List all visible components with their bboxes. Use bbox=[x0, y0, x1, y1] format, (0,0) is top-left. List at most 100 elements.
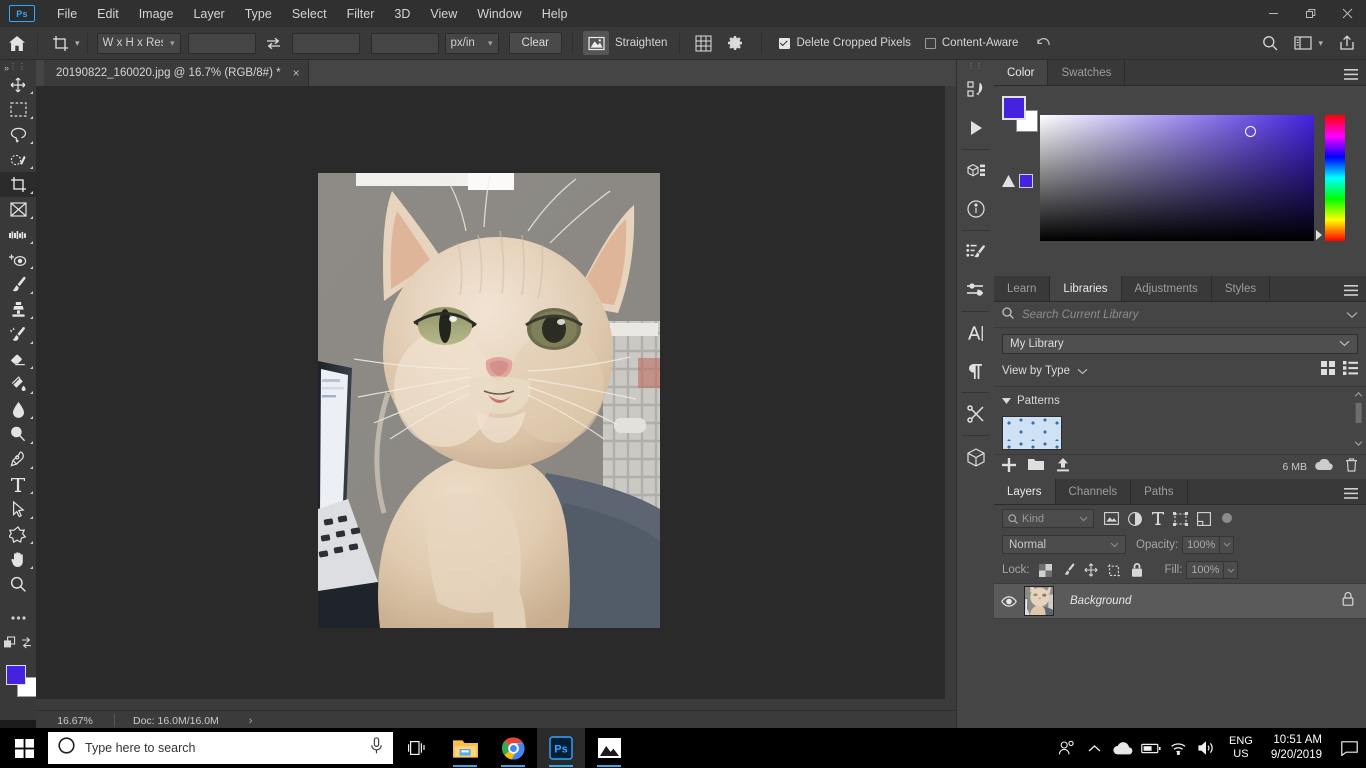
object-selection-tool[interactable] bbox=[0, 147, 36, 172]
language-indicator[interactable]: ENG US bbox=[1221, 735, 1261, 761]
zoom-level[interactable]: 16.67% bbox=[36, 715, 114, 727]
library-scrollbar[interactable] bbox=[1354, 391, 1363, 449]
layer-thumbnail[interactable] bbox=[1024, 586, 1054, 616]
panel-menu-icon[interactable] bbox=[1344, 67, 1358, 85]
library-group-patterns[interactable]: Patterns bbox=[994, 387, 1366, 410]
lasso-tool[interactable] bbox=[0, 122, 36, 147]
frame-tool[interactable] bbox=[0, 197, 36, 222]
upload-icon[interactable] bbox=[1056, 457, 1070, 477]
crop-width-input[interactable] bbox=[187, 32, 256, 54]
workspace-icon[interactable] bbox=[1290, 31, 1316, 55]
taskbar-search-box[interactable]: Type here to search bbox=[48, 732, 393, 764]
lock-position-icon[interactable] bbox=[1080, 559, 1103, 581]
path-selection-tool[interactable] bbox=[0, 497, 36, 522]
grid-view-icon[interactable] bbox=[1321, 361, 1335, 380]
fill-stepper[interactable] bbox=[1224, 561, 1239, 579]
folder-icon[interactable] bbox=[1028, 458, 1044, 476]
brush-tool[interactable] bbox=[0, 272, 36, 297]
history-icon[interactable] bbox=[957, 71, 995, 109]
clock[interactable]: 10:51 AM 9/20/2019 bbox=[1261, 733, 1332, 763]
library-search-row[interactable]: Search Current Library bbox=[994, 302, 1366, 328]
reset-icon[interactable] bbox=[1030, 31, 1056, 55]
menu-edit[interactable]: Edit bbox=[87, 0, 129, 27]
3d-icon[interactable] bbox=[957, 152, 995, 190]
library-search-input[interactable]: Search Current Library bbox=[1022, 309, 1346, 321]
tab-styles[interactable]: Styles bbox=[1211, 276, 1271, 301]
rail-grip[interactable]: ⋮⋮ bbox=[957, 60, 994, 71]
history-brush-tool[interactable] bbox=[0, 322, 36, 347]
type-filter-icon[interactable] bbox=[1146, 508, 1169, 529]
document-tab[interactable]: 20190822_160020.jpg @ 16.7% (RGB/8#) * × bbox=[44, 60, 309, 86]
hue-slider[interactable] bbox=[1325, 115, 1345, 241]
menu-view[interactable]: View bbox=[420, 0, 467, 27]
battery-icon[interactable] bbox=[1137, 728, 1165, 768]
resolution-units-select[interactable]: px/in ▾ bbox=[444, 32, 499, 54]
gear-icon[interactable] bbox=[723, 31, 749, 55]
canvas-horizontal-scrollbar[interactable] bbox=[36, 699, 945, 710]
eyedropper-tool[interactable] bbox=[0, 222, 36, 247]
canvas-vertical-scrollbar[interactable] bbox=[945, 86, 956, 710]
crop-tool[interactable] bbox=[0, 172, 36, 197]
lock-all-icon[interactable] bbox=[1126, 559, 1149, 581]
crop-height-input[interactable] bbox=[291, 32, 360, 54]
menu-file[interactable]: File bbox=[47, 0, 87, 27]
search-icon[interactable] bbox=[1257, 31, 1283, 55]
swap-dimensions-icon[interactable] bbox=[263, 37, 285, 50]
tab-channels[interactable]: Channels bbox=[1055, 479, 1132, 504]
grid-overlay-icon[interactable] bbox=[690, 31, 716, 55]
adjustment-filter-icon[interactable] bbox=[1123, 508, 1146, 529]
photos-icon[interactable] bbox=[585, 728, 633, 768]
tool-presets-icon[interactable] bbox=[957, 395, 995, 433]
info-icon[interactable] bbox=[957, 190, 995, 228]
menu-type[interactable]: Type bbox=[235, 0, 282, 27]
close-icon[interactable] bbox=[1329, 0, 1366, 27]
blend-mode-select[interactable]: Normal bbox=[1002, 535, 1126, 554]
pen-tool[interactable] bbox=[0, 447, 36, 472]
lock-icon[interactable] bbox=[1342, 591, 1354, 611]
file-explorer-icon[interactable] bbox=[441, 728, 489, 768]
google-chrome-icon[interactable] bbox=[489, 728, 537, 768]
smart-object-filter-icon[interactable] bbox=[1192, 508, 1215, 529]
menu-filter[interactable]: Filter bbox=[337, 0, 385, 27]
windows-start-icon[interactable] bbox=[0, 728, 48, 768]
tab-paths[interactable]: Paths bbox=[1131, 479, 1188, 504]
rectangular-marquee-tool[interactable] bbox=[0, 97, 36, 122]
chevron-down-icon[interactable]: ▾ bbox=[75, 38, 80, 49]
shape-filter-icon[interactable] bbox=[1169, 508, 1192, 529]
delete-cropped-pixels-checkbox[interactable]: Delete Cropped Pixels bbox=[779, 37, 911, 49]
3d-materials-icon[interactable] bbox=[957, 438, 995, 476]
disclosure-triangle-icon[interactable] bbox=[1002, 392, 1011, 410]
menu-window[interactable]: Window bbox=[467, 0, 531, 27]
microphone-icon[interactable] bbox=[370, 737, 383, 759]
lock-transparency-icon[interactable] bbox=[1034, 559, 1057, 581]
pattern-thumbnail[interactable] bbox=[1002, 416, 1062, 450]
gamut-warning-icon[interactable] bbox=[1002, 174, 1033, 188]
view-by-type-label[interactable]: View by Type bbox=[1002, 365, 1070, 377]
straighten-label[interactable]: Straighten bbox=[615, 37, 667, 49]
collapse-tools-icon[interactable]: » bbox=[4, 63, 9, 73]
eye-icon[interactable] bbox=[994, 595, 1024, 607]
menu-image[interactable]: Image bbox=[129, 0, 184, 27]
canvas-area[interactable] bbox=[36, 86, 956, 710]
panel-menu-icon[interactable] bbox=[1344, 283, 1358, 301]
wifi-icon[interactable] bbox=[1165, 728, 1193, 768]
minimize-icon[interactable] bbox=[1255, 0, 1292, 27]
foreground-color-swatch[interactable] bbox=[1002, 96, 1026, 120]
chevron-down-icon[interactable] bbox=[1346, 306, 1358, 324]
brush-settings-icon[interactable] bbox=[957, 233, 995, 271]
action-center-icon[interactable] bbox=[1332, 728, 1366, 768]
layer-row-background[interactable]: Background bbox=[994, 583, 1366, 619]
add-icon[interactable] bbox=[1002, 457, 1016, 477]
trash-icon[interactable] bbox=[1345, 457, 1358, 477]
fill-value[interactable]: 100% bbox=[1186, 561, 1225, 579]
color-field[interactable] bbox=[1040, 115, 1314, 241]
tab-learn[interactable]: Learn bbox=[994, 276, 1051, 301]
quick-mask-and-swap[interactable] bbox=[0, 630, 36, 655]
chevron-down-icon[interactable] bbox=[1077, 362, 1088, 380]
opacity-stepper[interactable] bbox=[1220, 535, 1235, 554]
layer-name[interactable]: Background bbox=[1070, 595, 1131, 607]
eraser-tool[interactable] bbox=[0, 347, 36, 372]
crop-tool-icon[interactable] bbox=[47, 31, 73, 55]
shape-tool[interactable] bbox=[0, 522, 36, 547]
straighten-icon[interactable] bbox=[583, 31, 610, 55]
